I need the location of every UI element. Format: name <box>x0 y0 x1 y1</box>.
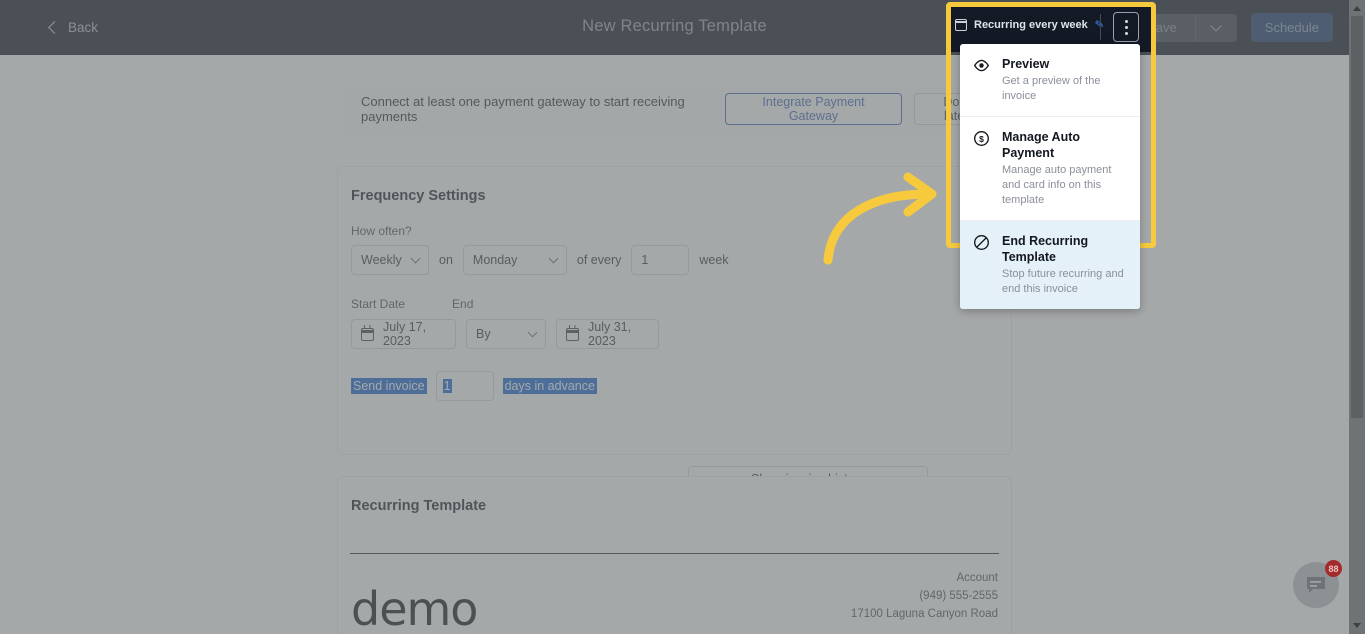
send-invoice-days-input[interactable]: 1 <box>435 371 494 401</box>
interval-input[interactable]: 1 <box>631 245 690 275</box>
svg-text:$: $ <box>979 134 984 144</box>
back-button[interactable]: Back <box>48 20 99 35</box>
options-dropdown-menu: Preview Get a preview of the invoice $ M… <box>960 44 1140 309</box>
day-select[interactable]: Monday <box>462 245 567 275</box>
menu-item-title: End Recurring Template <box>1002 234 1089 264</box>
chat-unread-badge: 88 <box>1325 560 1342 577</box>
kebab-dot <box>1124 19 1128 23</box>
menu-item-preview[interactable]: Preview Get a preview of the invoice <box>960 44 1140 117</box>
app-root: Connect at least one payment gateway to … <box>0 0 1365 634</box>
unit-label: week <box>699 253 729 267</box>
start-date-value: July 17, 2023 <box>383 320 427 348</box>
account-label: Account <box>956 572 998 584</box>
recurring-badge: Recurring every week ✎ <box>954 18 1105 32</box>
start-date-input[interactable]: July 17, 2023 <box>351 319 456 349</box>
day-select-value: Monday <box>472 253 518 267</box>
end-type-select[interactable]: By <box>466 319 546 349</box>
frequency-select[interactable]: Weekly <box>351 245 429 275</box>
frequency-settings-card: Frequency Settings How often? Weekly on … <box>337 166 1012 491</box>
chat-widget-button[interactable]: 88 <box>1293 560 1342 608</box>
template-divider <box>350 553 999 554</box>
on-label: on <box>439 253 453 267</box>
end-date-value: July 31, 2023 <box>588 320 632 348</box>
account-phone: (949) 555-2555 <box>919 590 998 602</box>
kebab-dot <box>1124 31 1128 35</box>
chevron-down-icon <box>527 327 538 338</box>
send-invoice-row: Send invoice 1 days in advance <box>351 371 1011 401</box>
send-invoice-suffix-label: days in advance <box>502 378 597 394</box>
no-entry-icon <box>973 234 990 251</box>
back-button-label: Back <box>68 20 99 35</box>
recurring-template-title: Recurring Template <box>351 498 487 514</box>
scrollbar-thumb[interactable] <box>1351 16 1363 418</box>
send-invoice-days-value: 1 <box>442 379 452 393</box>
menu-item-end-recurring-template[interactable]: End Recurring Template Stop future recur… <box>960 221 1140 309</box>
account-address: 17100 Laguna Canyon Road <box>850 608 998 620</box>
calendar-icon <box>360 325 375 341</box>
menu-item-title: Manage Auto Payment <box>1002 130 1081 160</box>
navbar-actions: Save Schedule <box>1129 0 1333 55</box>
chevron-down-icon <box>410 253 421 264</box>
chevron-down-icon <box>548 253 559 264</box>
vertical-scrollbar[interactable] <box>1349 0 1365 634</box>
chevron-down-icon <box>1210 20 1222 32</box>
date-labels-row: Start Date End <box>351 297 1011 311</box>
chevron-left-icon <box>48 20 61 34</box>
schedule-button[interactable]: Schedule <box>1250 13 1333 42</box>
how-often-label: How often? <box>351 224 412 238</box>
end-type-value: By <box>476 327 491 341</box>
start-date-label: Start Date <box>351 297 406 311</box>
save-dropdown-button[interactable] <box>1194 13 1237 42</box>
recurring-badge-label: Recurring every week <box>974 18 1088 31</box>
menu-item-manage-auto-payment[interactable]: $ Manage Auto Payment Manage auto paymen… <box>960 117 1140 221</box>
send-invoice-prefix-label: Send invoice <box>351 378 427 394</box>
chat-bubble-icon <box>1307 577 1325 593</box>
menu-item-description: Manage auto payment and card info on thi… <box>1002 164 1112 206</box>
menu-item-description: Stop future recurring and end this invoi… <box>1002 268 1124 295</box>
end-label: End <box>452 297 474 311</box>
navbar-divider <box>1100 14 1101 40</box>
more-options-button[interactable] <box>1113 12 1139 42</box>
scroll-up-arrow-icon[interactable] <box>1353 6 1361 11</box>
template-account-info: Account (949) 555-2555 17100 Laguna Cany… <box>851 569 998 623</box>
integrate-payment-gateway-button[interactable]: Integrate Payment Gateway <box>724 93 903 125</box>
calendar-icon <box>565 325 580 341</box>
payment-gateway-banner: Connect at least one payment gateway to … <box>337 81 1012 137</box>
recurring-template-card: Recurring Template Account (949) 555-255… <box>337 476 1012 634</box>
menu-item-title: Preview <box>1002 57 1050 71</box>
scroll-down-arrow-icon[interactable] <box>1353 623 1361 628</box>
eye-icon <box>973 57 990 74</box>
kebab-dot <box>1124 25 1128 29</box>
frequency-row: Weekly on Monday of every 1 week <box>351 245 1011 275</box>
frequency-select-value: Weekly <box>361 253 402 267</box>
calendar-icon <box>954 18 968 31</box>
menu-item-description: Get a preview of the invoice <box>1002 75 1101 102</box>
date-inputs-row: July 17, 2023 By July 31, 2023 <box>351 319 1011 349</box>
frequency-settings-title: Frequency Settings <box>351 188 486 204</box>
end-date-input[interactable]: July 31, 2023 <box>556 319 659 349</box>
of-every-label: of every <box>576 253 622 267</box>
company-logo: demo <box>351 582 478 634</box>
banner-message: Connect at least one payment gateway to … <box>361 94 685 124</box>
dollar-circle-icon: $ <box>973 130 990 147</box>
